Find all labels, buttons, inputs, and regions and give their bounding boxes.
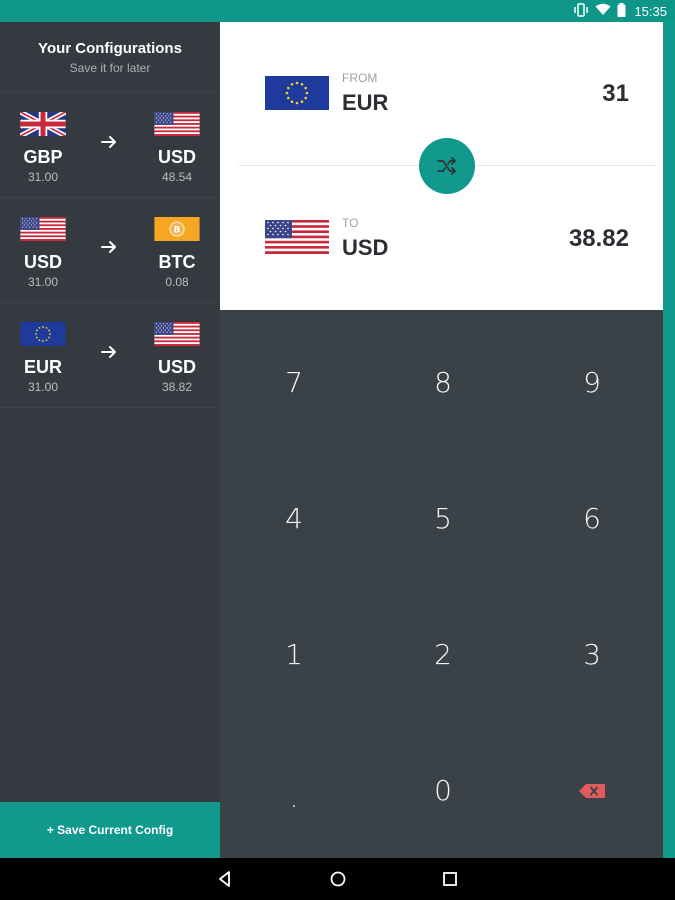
converter-card: FROM EUR 31 TO USD 38.82 <box>220 22 663 310</box>
config-from-amount: 31.00 <box>27 170 59 184</box>
config-from-amount: 31.00 <box>27 380 59 394</box>
backspace-icon <box>579 783 605 798</box>
backspace-button[interactable] <box>518 722 666 859</box>
navigation-bar <box>0 858 675 900</box>
uk-flag-icon <box>20 112 66 136</box>
key-9[interactable]: 9 <box>518 314 666 451</box>
home-icon[interactable] <box>328 869 348 889</box>
key-5[interactable]: 5 <box>369 450 517 587</box>
key-0[interactable]: 0 <box>369 722 517 859</box>
arrow-right-icon <box>100 238 118 256</box>
config-from-amount: 31.00 <box>27 275 59 289</box>
eu-flag-icon <box>265 76 329 110</box>
battery-icon <box>617 2 626 20</box>
config-to-amount: 0.08 <box>165 275 189 289</box>
key-1[interactable]: 1 <box>220 586 368 723</box>
recents-icon[interactable] <box>440 869 460 889</box>
wifi-icon <box>595 3 611 19</box>
swap-currencies-button[interactable] <box>419 138 475 194</box>
arrow-right-icon <box>100 133 118 151</box>
config-from-code: USD <box>23 252 62 272</box>
numeric-keypad: 7 8 9 4 5 6 1 2 3 . 0 <box>220 310 663 858</box>
to-currency-code[interactable]: USD <box>342 235 388 261</box>
us-flag-icon <box>265 220 329 254</box>
us-flag-icon <box>154 322 200 346</box>
config-from-code: GBP <box>23 147 63 167</box>
key-4[interactable]: 4 <box>220 450 368 587</box>
status-bar: 15:35 <box>0 0 675 22</box>
to-amount: 38.82 <box>568 225 629 252</box>
config-to-code: USD <box>157 147 196 167</box>
eu-flag-icon <box>20 322 66 346</box>
arrow-right-icon <box>100 343 118 361</box>
save-config-button[interactable]: + Save Current Config <box>0 802 220 858</box>
sidebar-subtitle: Save it for later <box>69 61 151 75</box>
from-currency-code[interactable]: EUR <box>342 90 388 116</box>
config-item-usd-btc[interactable]: USD 31.00 BTC 0.08 <box>0 198 220 303</box>
config-to-amount: 48.54 <box>161 170 193 184</box>
key-8[interactable]: 8 <box>369 314 517 451</box>
config-to-code: BTC <box>158 252 196 272</box>
key-3[interactable]: 3 <box>518 586 666 723</box>
config-item-eur-usd[interactable]: EUR 31.00 USD 38.82 <box>0 303 220 408</box>
us-flag-icon <box>154 112 200 136</box>
key-7[interactable]: 7 <box>220 314 368 451</box>
key-6[interactable]: 6 <box>518 450 666 587</box>
config-from-code: EUR <box>23 357 62 377</box>
sidebar-title: Your Configurations <box>38 40 182 57</box>
accent-strip <box>663 22 675 858</box>
shuffle-icon <box>437 157 456 175</box>
from-amount[interactable]: 31 <box>602 80 629 108</box>
bitcoin-icon <box>154 217 200 241</box>
from-label: FROM <box>342 71 378 85</box>
config-item-gbp-usd[interactable]: GBP 31.00 USD 48.54 <box>0 93 220 198</box>
config-to-amount: 38.82 <box>161 380 193 394</box>
config-to-code: USD <box>157 357 196 377</box>
status-time: 15:35 <box>634 3 667 19</box>
key-2[interactable]: 2 <box>369 586 517 723</box>
key-decimal[interactable]: . <box>220 722 368 859</box>
configurations-sidebar: Your Configurations Save it for later GB… <box>0 22 220 858</box>
vibrate-icon <box>573 2 589 20</box>
to-label: TO <box>342 216 359 230</box>
sidebar-header: Your Configurations Save it for later <box>0 22 220 93</box>
us-flag-icon <box>20 217 66 241</box>
back-icon[interactable] <box>215 869 235 889</box>
